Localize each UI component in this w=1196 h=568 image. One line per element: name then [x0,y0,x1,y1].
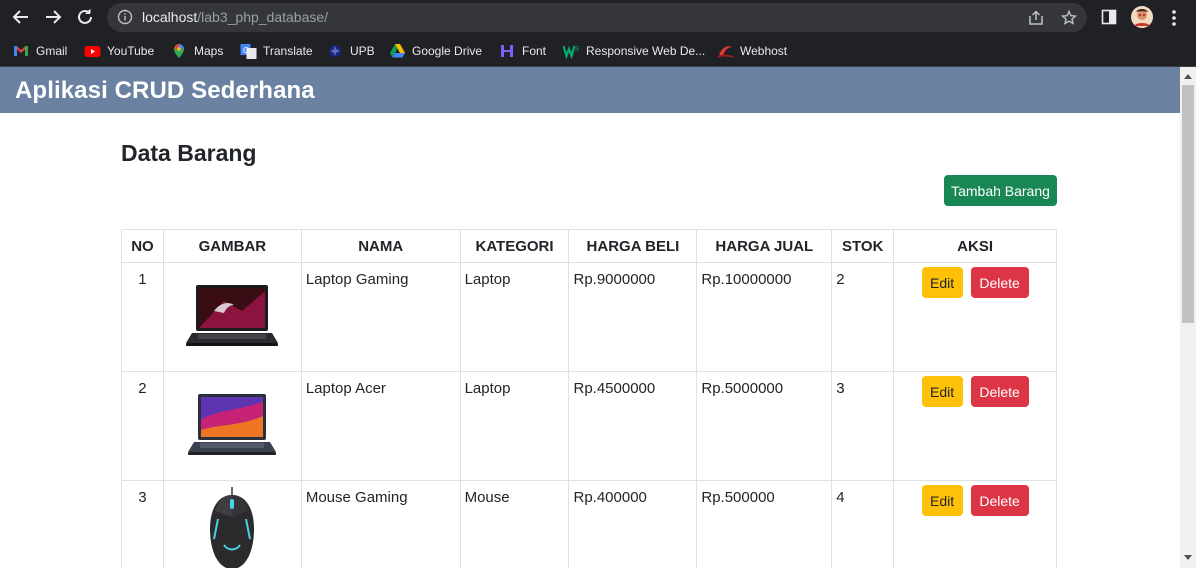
profile-avatar[interactable] [1131,6,1153,33]
bookmark-label: UPB [350,44,375,58]
forward-icon[interactable] [42,6,64,28]
google-drive-icon [389,43,405,59]
cell-harga-jual: Rp.10000000 [696,262,833,372]
cell-gambar [162,480,302,568]
laptop-gaming-image [186,285,279,346]
bookmark-label: YouTube [107,44,155,58]
responsive-web-icon: 3 [562,43,579,60]
scroll-down-arrow-icon[interactable] [1184,555,1192,560]
cell-stok: 3 [831,371,895,481]
column-header-stok: STOK [831,229,895,263]
bookmark-upb[interactable]: UPB [327,42,375,60]
browser-toolbar: localhost/lab3_php_database/ [0,0,1196,35]
bookmark-label: Translate [263,44,313,58]
delete-button[interactable]: Delete [970,376,1029,407]
cell-nama: Laptop Gaming [300,262,461,372]
browser-menu-icon[interactable] [1168,9,1180,32]
data-table: NO GAMBAR NAMA KATEGORI HARGA BELI HARGA… [121,229,1057,568]
gmail-icon [13,43,29,59]
svg-text:3: 3 [575,46,579,53]
cell-kategori: Laptop [459,371,570,481]
page-content: Aplikasi CRUD Sederhana Data Barang Tamb… [0,67,1180,568]
svg-text:G: G [243,46,249,55]
site-info-icon[interactable] [117,9,133,30]
bookmark-youtube[interactable]: YouTube [84,42,154,60]
cell-harga-jual: Rp.500000 [696,480,833,568]
column-header-aksi: AKSI [893,229,1057,263]
page-title: Data Barang [121,140,257,166]
table-row: 3 Mouse Gaming Mouse Rp.400000 Rp.500000… [121,480,1057,568]
bookmark-google-drive[interactable]: Google Drive [389,42,482,60]
column-header-nama: NAMA [300,229,461,263]
cell-no: 3 [121,480,164,568]
url-path: /lab3_php_database/ [197,9,329,25]
bookmark-label: Webhost [740,44,788,58]
bookmark-label: Maps [194,44,224,58]
edit-button[interactable]: Edit [921,485,963,516]
cell-stok: 4 [831,480,895,568]
edit-button[interactable]: Edit [921,267,963,298]
column-header-no: NO [121,229,164,263]
cell-no: 2 [121,371,164,481]
maps-icon [171,43,187,59]
bookmarks-bar: Gmail YouTube Maps G Translate UPB Googl… [0,35,1196,67]
url-host: localhost [142,9,198,25]
translate-icon: G [240,43,257,59]
bookmark-label: Font [522,44,547,58]
cell-stok: 2 [831,262,895,372]
bookmark-translate[interactable]: G Translate [240,42,313,60]
edit-button[interactable]: Edit [921,376,963,407]
bookmark-star-icon[interactable] [1060,9,1078,31]
column-header-kategori: KATEGORI [459,229,570,263]
reload-icon[interactable] [74,6,96,28]
laptop-acer-image [188,394,277,455]
webhost-icon [717,43,734,59]
youtube-icon [84,43,101,59]
cell-aksi: Edit Delete [893,480,1057,568]
back-icon[interactable] [10,6,32,28]
delete-button[interactable]: Delete [970,485,1029,516]
app-header: Aplikasi CRUD Sederhana [0,67,1180,113]
delete-button[interactable]: Delete [970,267,1029,298]
column-header-gambar: GAMBAR [162,229,302,263]
cell-gambar [162,371,302,481]
scroll-thumb[interactable] [1182,85,1194,323]
app-title: Aplikasi CRUD Sederhana [15,77,315,104]
bookmark-label: Gmail [36,44,68,58]
bookmark-label: Responsive Web De... [586,44,706,58]
cell-gambar [162,262,302,372]
tambah-barang-button[interactable]: Tambah Barang [944,175,1057,206]
side-panel-icon[interactable] [1101,9,1117,30]
cell-harga-beli: Rp.4500000 [568,371,698,481]
cell-harga-beli: Rp.400000 [568,480,698,568]
bookmark-responsive-web[interactable]: 3 Responsive Web De... [562,42,706,60]
upb-icon [327,43,343,59]
table-row: 2 Laptop Acer Laptop Rp.4500000 Rp.50000… [121,371,1057,481]
cell-aksi: Edit Delete [893,371,1057,481]
cell-nama: Laptop Acer [300,371,461,481]
address-bar[interactable]: localhost/lab3_php_database/ [107,3,1087,32]
share-icon[interactable] [1028,10,1045,31]
url-text: localhost/lab3_php_database/ [142,9,328,25]
bookmark-gmail[interactable]: Gmail [13,42,67,60]
scroll-up-arrow-icon[interactable] [1184,74,1192,79]
column-header-harga-jual: HARGA JUAL [696,229,833,263]
bookmark-webhost[interactable]: Webhost [717,42,787,60]
table-header-row: NO GAMBAR NAMA KATEGORI HARGA BELI HARGA… [121,229,1057,263]
bookmark-maps[interactable]: Maps [171,42,223,60]
table-row: 1 Laptop Gaming Laptop Rp.9000000 Rp.100… [121,262,1057,372]
page-scrollbar[interactable] [1180,67,1196,568]
mouse-gaming-image [210,487,255,568]
cell-aksi: Edit Delete [893,262,1057,372]
cell-no: 1 [121,262,164,372]
cell-harga-jual: Rp.5000000 [696,371,833,481]
bookmark-label: Google Drive [412,44,483,58]
cell-kategori: Laptop [459,262,570,372]
cell-nama: Mouse Gaming [300,480,461,568]
font-icon [499,43,515,59]
cell-harga-beli: Rp.9000000 [568,262,698,372]
bookmark-font[interactable]: Font [499,42,546,60]
column-header-harga-beli: HARGA BELI [568,229,698,263]
cell-kategori: Mouse [459,480,570,568]
